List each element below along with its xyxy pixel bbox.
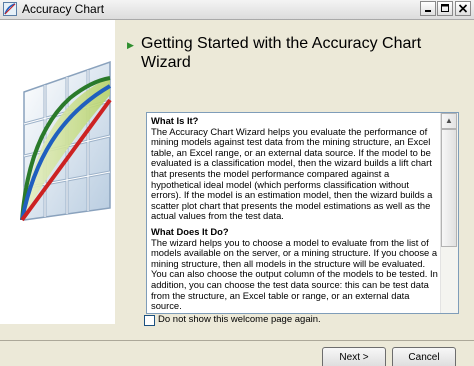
right-triangle-icon: ▶ [127,40,134,50]
cancel-button[interactable]: Cancel [392,347,456,366]
page-title: Getting Started with the Accuracy Chart … [141,35,422,71]
minimize-button[interactable] [420,1,436,16]
next-button[interactable]: Next > [322,347,386,366]
app-chart-icon [3,2,17,16]
window-title: Accuracy Chart [22,2,105,16]
checkbox-label[interactable]: Do not show this welcome page again. [158,314,321,325]
chevron-up-icon: ▲ [445,116,453,125]
wizard-graphic-pane [0,20,115,324]
footer-divider [0,340,474,341]
wizard-window: Accuracy Chart ▶ Getting Started with th… [0,0,474,366]
minimize-icon [425,10,431,12]
vertical-scrollbar[interactable]: ▲ [440,113,458,313]
section-what-is-it: What Is It? The Accuracy Chart Wizard he… [151,115,440,222]
maximize-icon [441,4,449,12]
close-button[interactable] [455,1,471,16]
section-what-does-it-do: What Does It Do? The wizard helps you to… [151,225,440,312]
accuracy-chart-graphic [20,60,112,222]
description-box[interactable]: What Is It? The Accuracy Chart Wizard he… [146,112,459,314]
close-icon [458,4,468,13]
scroll-thumb[interactable] [441,129,457,247]
maximize-button[interactable] [437,1,453,16]
description-content: What Is It? The Accuracy Chart Wizard he… [151,115,440,313]
welcome-page-checkbox[interactable] [144,315,155,326]
section-body: The Accuracy Chart Wizard helps you eval… [151,125,433,222]
title-bar[interactable]: Accuracy Chart [0,0,474,20]
wizard-content-pane: ▶ Getting Started with the Accuracy Char… [115,20,474,324]
section-title: What Is It? [151,115,199,126]
section-body: The wizard helps you to choose a model t… [151,236,438,312]
scroll-up-button[interactable]: ▲ [441,113,457,129]
section-title: What Does It Do? [151,225,229,237]
